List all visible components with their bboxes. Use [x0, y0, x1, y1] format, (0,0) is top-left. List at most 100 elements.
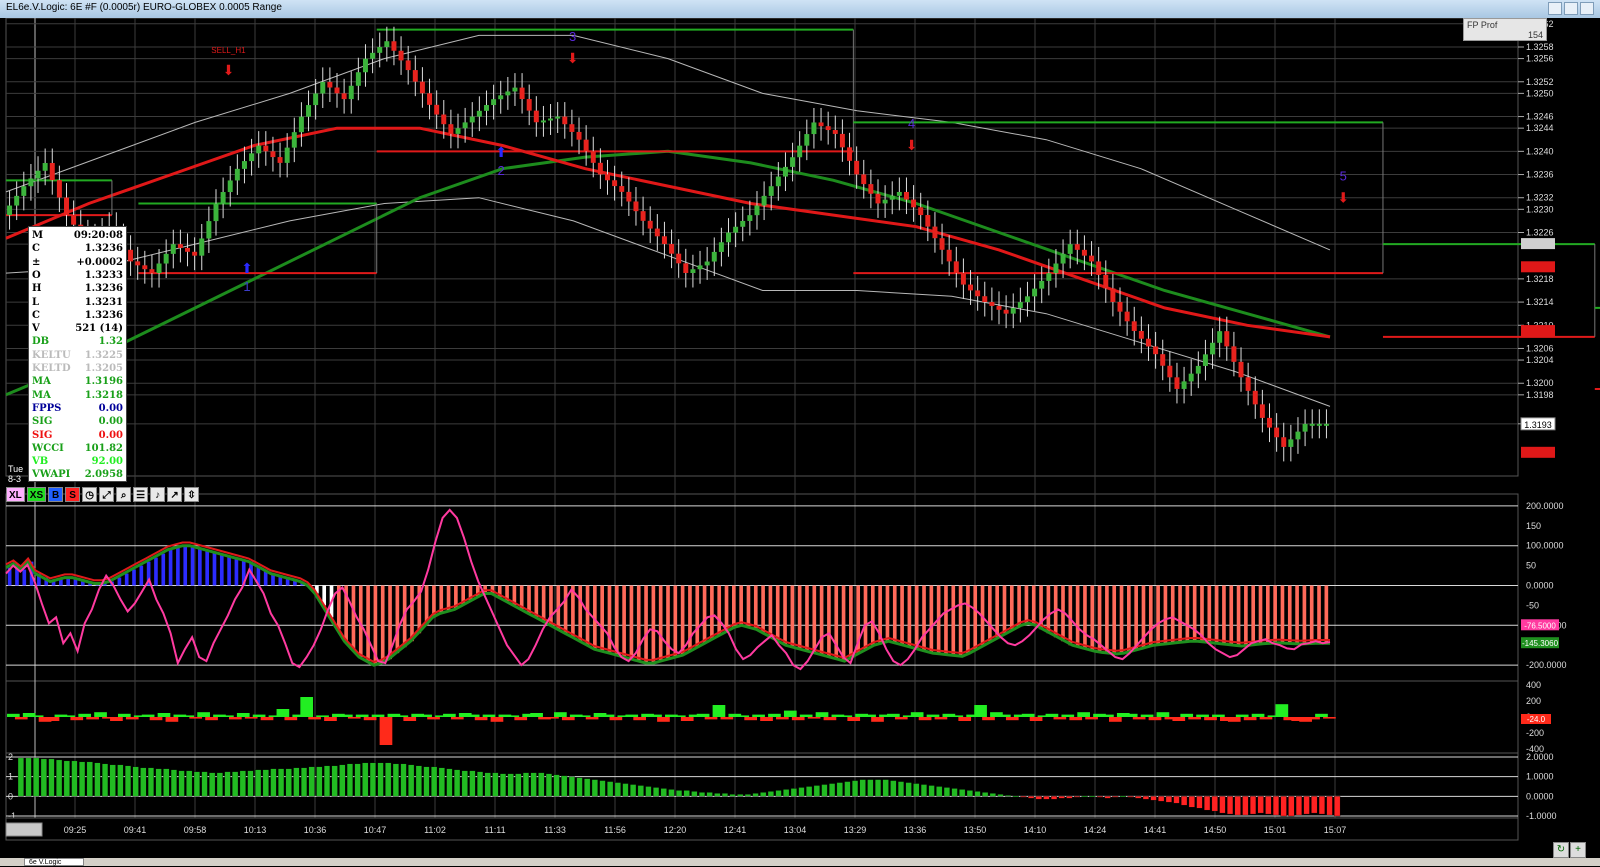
oscillator-bar: [1104, 796, 1111, 799]
clock-icon[interactable]: ◷: [82, 487, 98, 502]
volume-delta-bar: [117, 713, 131, 717]
magnifier-icon[interactable]: ⌕: [116, 487, 132, 502]
toolbar-button-s[interactable]: S: [65, 487, 81, 502]
volume-delta-bar: [847, 717, 861, 721]
data-row-value: 1.3231: [84, 296, 123, 308]
trend-icon[interactable]: ↗: [167, 487, 183, 502]
axis-price-highlight: [1521, 238, 1555, 250]
candle-body: [384, 41, 390, 48]
volume-delta-bar: [918, 717, 932, 721]
candle-body: [1039, 280, 1045, 289]
minimize-button[interactable]: [1548, 2, 1562, 15]
volume-delta-bar: [244, 717, 258, 719]
candle-body: [996, 305, 1002, 310]
candle-body: [761, 195, 767, 206]
oscillator-bar: [33, 757, 40, 797]
signal-arrow-icon: ⬆: [241, 260, 253, 276]
volume-delta-bar: [752, 714, 765, 717]
volume-delta-bar: [78, 713, 92, 717]
candle-body: [1010, 307, 1016, 314]
volume-delta-bar: [633, 717, 647, 721]
toolbar-button-b[interactable]: B: [48, 487, 64, 502]
candle-body: [249, 153, 255, 162]
candle-body: [790, 157, 796, 167]
volume-delta-bar: [355, 714, 369, 717]
candle-body: [7, 205, 13, 216]
add-icon[interactable]: +: [1570, 842, 1586, 858]
volume-delta-bar: [316, 715, 329, 717]
refresh-icon[interactable]: ↻: [1553, 842, 1569, 858]
chart-tab[interactable]: 6e V.Logic: [24, 858, 84, 866]
oscillator-bar: [584, 778, 591, 797]
candle-body: [1032, 288, 1038, 297]
toolbar-button-xs[interactable]: XS: [26, 487, 47, 502]
candle-body: [982, 296, 988, 303]
xyz-icon[interactable]: ⤢: [99, 487, 115, 502]
vol-y-tick-label: 200: [1526, 696, 1541, 706]
candle-body: [726, 232, 731, 243]
chart-canvas[interactable]: 09:25 09:41 09:58 10:13 10:36 10:47 11:02 11:11…: [0, 18, 1600, 858]
candle-body: [989, 302, 995, 306]
oscillator-bar: [982, 792, 989, 797]
data-row-value: 1.3236: [84, 283, 123, 295]
candle-body: [21, 186, 27, 196]
x-tick-label: 14:41: [1144, 825, 1167, 835]
candle-body: [1167, 365, 1173, 378]
signal-arrow-icon: ⬆: [495, 144, 507, 160]
close-button[interactable]: [1580, 2, 1594, 15]
oscillator-bar: [1112, 796, 1119, 798]
oscillator-bar: [423, 766, 430, 797]
oscillator-bar: [163, 768, 170, 797]
oscillator-bar: [454, 769, 461, 797]
cci-value-label: -76.5000: [1524, 621, 1556, 630]
oscillator-bar: [1081, 795, 1088, 798]
candle-body: [1259, 404, 1265, 418]
candle-body: [1245, 377, 1251, 391]
oscillator-bar: [1334, 796, 1341, 817]
list-icon[interactable]: ☰: [133, 487, 149, 502]
candle-body: [491, 99, 497, 106]
oscillator-bar: [415, 765, 422, 797]
scale-icon[interactable]: ⇳: [184, 487, 200, 502]
day-date: 8-3: [8, 474, 22, 484]
oscillator-bar: [859, 779, 866, 797]
y-tick-label: 1.3246: [1526, 112, 1554, 122]
oscillator-bar: [997, 794, 1004, 797]
signal-label: 4: [908, 116, 915, 131]
bell-icon[interactable]: ♪: [150, 487, 166, 502]
x-tick-label: 14:10: [1024, 825, 1047, 835]
signal-label: SELL_H1: [211, 46, 246, 55]
candle-body: [654, 228, 660, 237]
cci-y-tick-label: -200.0000: [1526, 660, 1567, 670]
oscillator-bar: [1051, 796, 1058, 800]
oscillator-bar: [1043, 796, 1050, 800]
data-row-key: ±: [32, 256, 41, 268]
data-row-value: 0.00: [98, 416, 123, 428]
window-titlebar: EL6e.V.Logic: 6E #F (0.0005r) EURO-GLOBE…: [0, 0, 1600, 19]
candle-body: [334, 87, 340, 94]
signal-arrow-icon: ⬇: [1337, 189, 1349, 205]
volume-delta-bar: [62, 715, 76, 717]
scroll-thumb[interactable]: [5, 822, 43, 837]
candle-body: [512, 87, 518, 92]
data-row-value: 1.3196: [84, 376, 123, 388]
volume-delta-bar: [696, 713, 710, 717]
oscillator-bar: [232, 771, 239, 797]
candle-body: [199, 238, 205, 256]
maximize-button[interactable]: [1564, 2, 1578, 15]
x-tick-label: 13:50: [964, 825, 987, 835]
candle-body: [669, 244, 675, 254]
volume-delta-bar: [1315, 713, 1328, 717]
candle-body: [377, 47, 383, 53]
oscillator-bar: [1257, 796, 1264, 814]
candle-body: [441, 114, 447, 125]
toolbar-button-xl[interactable]: XL: [6, 487, 25, 502]
oscillator-bar: [377, 762, 384, 797]
x-tick-label: 11:33: [544, 825, 566, 835]
volume-delta-bar: [450, 717, 464, 720]
oscillator-bar: [913, 783, 920, 797]
time-axis: [5, 817, 1519, 841]
oscillator-bar: [178, 770, 185, 797]
volume-delta-bar: [1323, 717, 1336, 719]
volume-delta-bar: [403, 717, 417, 721]
